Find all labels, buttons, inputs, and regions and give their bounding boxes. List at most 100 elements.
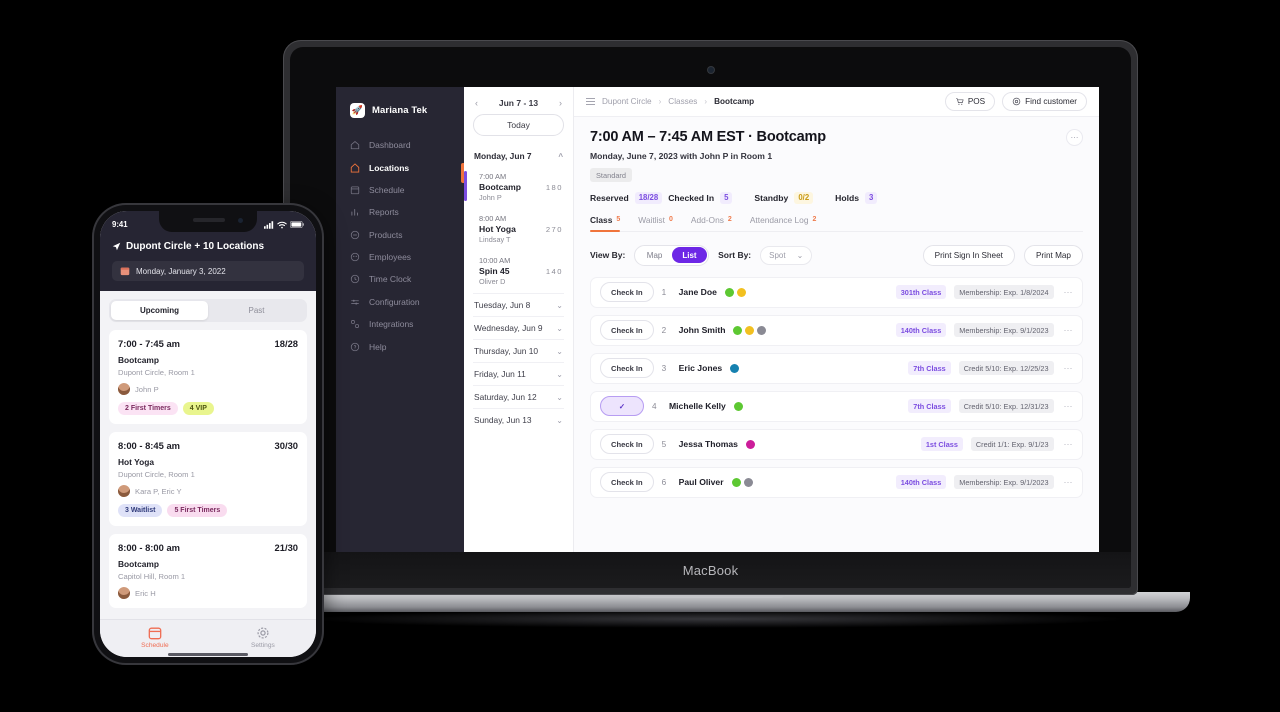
laptop-chin: MacBook <box>290 552 1131 588</box>
check-in-button[interactable]: Check In <box>600 282 654 302</box>
table-row[interactable]: Check In 3 Eric Jones 7th Class Credit 5… <box>590 352 1083 384</box>
day-header-thursday[interactable]: Thursday, Jun 10 ⌄ <box>473 339 564 362</box>
sidebar-item-products[interactable]: Products <box>336 224 464 246</box>
card-tag: 3 Waitlist <box>118 504 163 517</box>
day-label: Friday, Jun 11 <box>474 369 526 379</box>
check-in-button[interactable]: Check In <box>600 472 654 492</box>
class-count-badge: 7th Class <box>908 361 951 375</box>
sidebar-item-schedule[interactable]: Schedule <box>336 179 464 201</box>
tab-add-ons[interactable]: Add-Ons 2 <box>691 215 732 231</box>
plan-badge: Credit 5/10: Exp. 12/25/23 <box>958 361 1054 375</box>
plan-badge: Credit 1/1: Exp. 9/1/23 <box>970 437 1054 451</box>
plan-badge: Membership: Exp. 1/8/2024 <box>954 285 1054 299</box>
tab-attendance-log[interactable]: Attendance Log 2 <box>750 215 817 231</box>
class-time: 7:00 AM <box>479 172 507 181</box>
spot-number: 1 <box>661 287 667 297</box>
plan-badge: Membership: Exp. 9/1/2023 <box>954 475 1054 489</box>
attendee-name: Paul Oliver <box>678 477 724 487</box>
list-item[interactable]: 7:00 - 7:45 am 18/28 Bootcamp Dupont Cir… <box>109 330 307 424</box>
spot-number: 5 <box>661 439 667 449</box>
attendee-name: Jane Doe <box>678 287 717 297</box>
yellow-status-dot <box>745 325 755 335</box>
list-item[interactable]: 8:00 - 8:45 am 30/30 Hot Yoga Dupont Cir… <box>109 432 307 526</box>
day-header-saturday[interactable]: Saturday, Jun 12 ⌄ <box>473 385 564 408</box>
card-room: Capitol Hill, Room 1 <box>118 572 186 581</box>
row-more-options-button[interactable]: ⋯ <box>1062 325 1074 336</box>
card-staff: John P <box>135 384 159 394</box>
class-more-options-button[interactable]: ⋯ <box>1066 129 1083 146</box>
class-reserved-count: 27 <box>545 225 558 234</box>
speaker-icon <box>193 218 225 222</box>
phone-nav-schedule[interactable]: Schedule <box>141 626 169 649</box>
sidebar-item-employees[interactable]: Employees <box>336 246 464 268</box>
row-more-options-button[interactable]: ⋯ <box>1062 401 1074 412</box>
class-time: 10:00 AM <box>479 256 511 265</box>
row-more-options-button[interactable]: ⋯ <box>1062 439 1074 450</box>
card-tag: 5 First Timers <box>167 504 228 517</box>
prev-week-button[interactable]: ‹ <box>475 98 478 108</box>
today-button[interactable]: Today <box>473 114 564 136</box>
breadcrumb-classes[interactable]: Classes <box>668 97 697 106</box>
phone-nav-settings[interactable]: Settings <box>251 626 275 649</box>
desktop-screen: 🚀 Mariana Tek Dashboard Locations Schedu… <box>336 87 1099 573</box>
table-row[interactable]: Check In 2 John Smith 140th Class Member… <box>590 314 1083 346</box>
tab-class[interactable]: Class 5 <box>590 215 621 232</box>
chevron-up-icon: ^ <box>558 151 563 161</box>
day-header-sunday[interactable]: Sunday, Jun 13 ⌄ <box>473 408 564 431</box>
class-count-badge: 1st Class <box>920 437 963 451</box>
chevron-down-icon: ⌄ <box>556 415 563 425</box>
sidebar-label: Time Clock <box>369 274 412 285</box>
check-in-button[interactable]: Check In <box>600 434 654 454</box>
find-customer-button[interactable]: Find customer <box>1002 92 1087 111</box>
row-more-options-button[interactable]: ⋯ <box>1062 477 1074 488</box>
breadcrumb-current: Bootcamp <box>714 97 755 106</box>
checked-in-button[interactable]: ✓ <box>600 396 644 416</box>
sidebar-item-reports[interactable]: Reports <box>336 201 464 223</box>
print-map-button[interactable]: Print Map <box>1023 244 1083 266</box>
card-class-name: Bootcamp <box>118 355 159 365</box>
day-header-monday[interactable]: Monday, Jun 7 ^ <box>473 145 564 167</box>
view-option-map[interactable]: Map <box>637 247 673 263</box>
phone-tab-past[interactable]: Past <box>208 301 305 320</box>
table-row[interactable]: Check In 5 Jessa Thomas 1st Class Credit… <box>590 428 1083 460</box>
puzzle-icon <box>351 320 359 329</box>
day-header-wednesday[interactable]: Wednesday, Jun 9 ⌄ <box>473 316 564 339</box>
schedule-class-item[interactable]: 7:00 AM Bootcamp 180 John P <box>464 167 564 209</box>
phone-location-header[interactable]: Dupont Circle + 10 Locations <box>112 241 304 252</box>
sidebar-item-help[interactable]: Help <box>336 335 464 357</box>
schedule-class-item[interactable]: 8:00 AM Hot Yoga 270 Lindsay T <box>473 209 564 251</box>
print-sign-in-sheet-button[interactable]: Print Sign In Sheet <box>922 244 1015 266</box>
sidebar-item-integrations[interactable]: Integrations <box>336 313 464 335</box>
sidebar-item-dashboard[interactable]: Dashboard <box>336 134 464 156</box>
location-icon <box>350 162 360 173</box>
check-in-button[interactable]: Check In <box>600 320 654 340</box>
class-waitlist-count: 0 <box>557 183 563 192</box>
check-in-button[interactable]: Check In <box>600 358 654 378</box>
phone-date-selector[interactable]: Monday, January 3, 2022 <box>112 261 304 281</box>
sidebar-item-locations[interactable]: Locations <box>336 156 464 178</box>
list-item[interactable]: 8:00 - 8:00 am 21/30 Bootcamp Capitol Hi… <box>109 534 307 608</box>
sidebar-item-time-clock[interactable]: Time Clock <box>336 268 464 290</box>
row-more-options-button[interactable]: ⋯ <box>1062 363 1074 374</box>
page-title: 7:00 AM – 7:45 AM EST · Bootcamp <box>590 129 826 145</box>
view-option-list[interactable]: List <box>672 247 707 263</box>
row-more-options-button[interactable]: ⋯ <box>1062 287 1074 298</box>
schedule-class-item[interactable]: 10:00 AM Spin 45 140 Oliver D <box>473 251 564 293</box>
table-row[interactable]: ✓ 4 Michelle Kelly 7th Class Credit 5/10… <box>590 390 1083 422</box>
sort-by-select[interactable]: Spot ⌄ <box>760 245 813 265</box>
next-week-button[interactable]: › <box>559 98 562 108</box>
table-row[interactable]: Check In 6 Paul Oliver 140th Class Membe… <box>590 466 1083 498</box>
view-by-toggle: Map List <box>634 244 710 266</box>
day-header-tuesday[interactable]: Tuesday, Jun 8 ⌄ <box>473 293 564 316</box>
day-label: Wednesday, Jun 9 <box>474 323 543 333</box>
table-row[interactable]: Check In 1 Jane Doe 301th Class Membersh… <box>590 276 1083 308</box>
day-label: Saturday, Jun 12 <box>474 392 537 402</box>
pos-button[interactable]: POS <box>944 92 996 111</box>
phone-tab-upcoming[interactable]: Upcoming <box>111 301 208 320</box>
day-header-friday[interactable]: Friday, Jun 11 ⌄ <box>473 362 564 385</box>
sidebar-item-configuration[interactable]: Configuration <box>336 291 464 313</box>
stat-value-checked-in: 5 <box>720 191 733 204</box>
menu-icon[interactable] <box>586 97 595 106</box>
tab-waitlist[interactable]: Waitlist 0 <box>638 215 673 231</box>
breadcrumb-location[interactable]: Dupont Circle <box>602 97 652 106</box>
